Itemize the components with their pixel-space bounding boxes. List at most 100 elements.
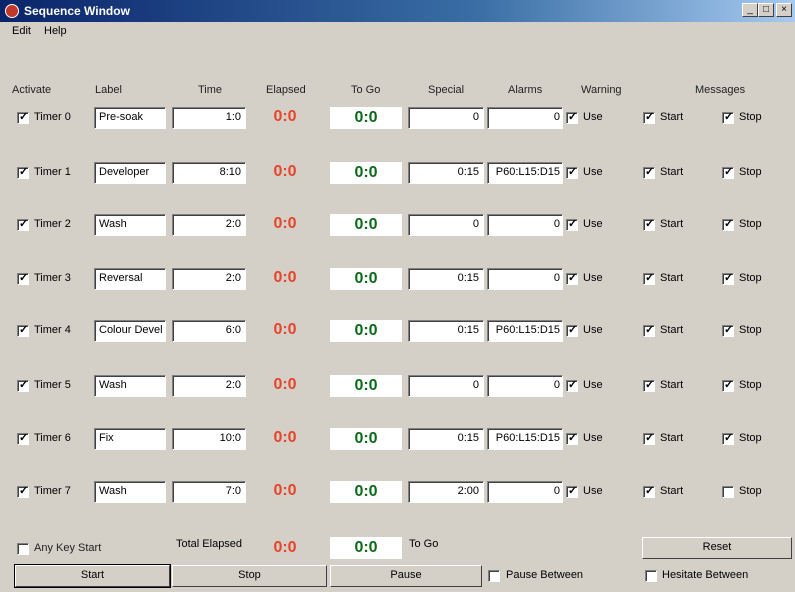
timer-message-stop-label: Stop <box>739 272 762 284</box>
pause-between-checkbox[interactable] <box>488 570 500 582</box>
timer-message-start-checkbox[interactable] <box>643 378 655 392</box>
timer-warning-use-label: Use <box>583 272 603 284</box>
timer-alarms-field[interactable]: 0 <box>487 268 563 290</box>
stop-button[interactable]: Stop <box>172 565 327 587</box>
hesitate-between-checkbox[interactable] <box>645 570 657 582</box>
timer-label-field[interactable]: Pre-soak <box>94 107 166 129</box>
any-key-start-label: Any Key Start <box>34 542 102 554</box>
hesitate-between-label: Hesitate Between <box>662 569 749 581</box>
any-key-start-checkbox[interactable] <box>17 543 29 555</box>
timer-alarms-field[interactable]: P60:L15:D15 <box>487 428 563 450</box>
timer-activate-checkbox[interactable] <box>17 217 29 231</box>
timer-label-field[interactable]: Wash <box>94 375 166 397</box>
timer-warning-use-checkbox[interactable] <box>566 217 578 231</box>
timer-name: Timer 4 <box>34 324 71 336</box>
timer-togo-value: 0:0 <box>330 214 402 236</box>
timer-activate-checkbox[interactable] <box>17 431 29 445</box>
timer-special-field[interactable]: 2:00 <box>408 481 484 503</box>
total-togo-label: To Go <box>409 538 439 550</box>
timer-time-field[interactable]: 10:0 <box>172 428 246 450</box>
timer-activate-checkbox[interactable] <box>17 110 29 124</box>
timer-activate-checkbox[interactable] <box>17 271 29 285</box>
timer-message-start-label: Start <box>660 324 684 336</box>
timer-message-start-checkbox[interactable] <box>643 165 655 179</box>
timer-time-field[interactable]: 2:0 <box>172 375 246 397</box>
pause-button[interactable]: Pause <box>330 565 482 587</box>
timer-activate-checkbox[interactable] <box>17 378 29 392</box>
reset-button[interactable]: Reset <box>642 537 792 559</box>
header-label: Label <box>95 84 122 96</box>
timer-message-start-checkbox[interactable] <box>643 484 655 498</box>
timer-label-field[interactable]: Developer <box>94 162 166 184</box>
timer-warning-use-checkbox[interactable] <box>566 431 578 445</box>
timer-alarms-field[interactable]: 0 <box>487 107 563 129</box>
minimize-button[interactable]: _ <box>742 3 758 17</box>
timer-message-stop-checkbox[interactable] <box>722 486 734 498</box>
timer-time-field[interactable]: 1:0 <box>172 107 246 129</box>
timer-special-field[interactable]: 0 <box>408 107 484 129</box>
timer-label-field[interactable]: Reversal <box>94 268 166 290</box>
timer-message-stop-checkbox[interactable] <box>722 110 734 124</box>
timer-message-stop-checkbox[interactable] <box>722 165 734 179</box>
timer-message-start-label: Start <box>660 111 684 123</box>
maximize-button[interactable]: □ <box>758 3 774 17</box>
timer-message-start-label: Start <box>660 272 684 284</box>
header-messages: Messages <box>695 84 746 96</box>
timer-elapsed-value: 0:0 <box>273 429 297 446</box>
timer-togo-value: 0:0 <box>330 107 402 129</box>
timer-alarms-field[interactable]: P60:L15:D15 <box>487 162 563 184</box>
timer-alarms-field[interactable]: 0 <box>487 375 563 397</box>
timer-warning-use-checkbox[interactable] <box>566 378 578 392</box>
timer-message-start-checkbox[interactable] <box>643 431 655 445</box>
timer-message-stop-checkbox[interactable] <box>722 217 734 231</box>
timer-message-stop-label: Stop <box>739 218 762 230</box>
timer-label-field[interactable]: Colour Devel <box>94 320 166 342</box>
timer-time-field[interactable]: 7:0 <box>172 481 246 503</box>
total-elapsed-value: 0:0 <box>273 539 297 556</box>
menu-help[interactable]: Help <box>44 25 67 37</box>
timer-message-stop-checkbox[interactable] <box>722 271 734 285</box>
timer-elapsed-value: 0:0 <box>273 269 297 286</box>
timer-time-field[interactable]: 6:0 <box>172 320 246 342</box>
header-activate: Activate <box>12 84 52 96</box>
timer-activate-checkbox[interactable] <box>17 484 29 498</box>
timer-warning-use-checkbox[interactable] <box>566 323 578 337</box>
timer-special-field[interactable]: 0 <box>408 214 484 236</box>
menu-edit[interactable]: Edit <box>12 25 31 37</box>
timer-warning-use-checkbox[interactable] <box>566 165 578 179</box>
timer-special-field[interactable]: 0:15 <box>408 162 484 184</box>
timer-time-field[interactable]: 8:10 <box>172 162 246 184</box>
timer-warning-use-checkbox[interactable] <box>566 484 578 498</box>
timer-time-field[interactable]: 2:0 <box>172 268 246 290</box>
timer-warning-use-checkbox[interactable] <box>566 110 578 124</box>
timer-alarms-field[interactable]: 0 <box>487 481 563 503</box>
timer-special-field[interactable]: 0:15 <box>408 320 484 342</box>
timer-label-field[interactable]: Wash <box>94 481 166 503</box>
timer-special-field[interactable]: 0 <box>408 375 484 397</box>
timer-activate-checkbox[interactable] <box>17 323 29 337</box>
timer-message-start-checkbox[interactable] <box>643 323 655 337</box>
timer-special-field[interactable]: 0:15 <box>408 428 484 450</box>
timer-time-field[interactable]: 2:0 <box>172 214 246 236</box>
timer-message-stop-checkbox[interactable] <box>722 378 734 392</box>
timer-message-start-checkbox[interactable] <box>643 110 655 124</box>
menu-bar: Edit Help <box>0 22 795 40</box>
timer-elapsed-value: 0:0 <box>273 321 297 338</box>
timer-label-field[interactable]: Wash <box>94 214 166 236</box>
timer-message-stop-checkbox[interactable] <box>722 323 734 337</box>
timer-message-start-checkbox[interactable] <box>643 271 655 285</box>
timer-warning-use-label: Use <box>583 379 603 391</box>
close-button[interactable]: × <box>776 3 792 17</box>
timer-message-start-checkbox[interactable] <box>643 217 655 231</box>
timer-elapsed-value: 0:0 <box>273 482 297 499</box>
timer-special-field[interactable]: 0:15 <box>408 268 484 290</box>
timer-warning-use-checkbox[interactable] <box>566 271 578 285</box>
pause-between-label: Pause Between <box>506 569 584 581</box>
timer-activate-checkbox[interactable] <box>17 165 29 179</box>
start-button[interactable]: Start <box>14 564 171 588</box>
timer-elapsed-value: 0:0 <box>273 215 297 232</box>
timer-label-field[interactable]: Fix <box>94 428 166 450</box>
timer-alarms-field[interactable]: P60:L15:D15 <box>487 320 563 342</box>
timer-message-stop-checkbox[interactable] <box>722 431 734 445</box>
timer-alarms-field[interactable]: 0 <box>487 214 563 236</box>
